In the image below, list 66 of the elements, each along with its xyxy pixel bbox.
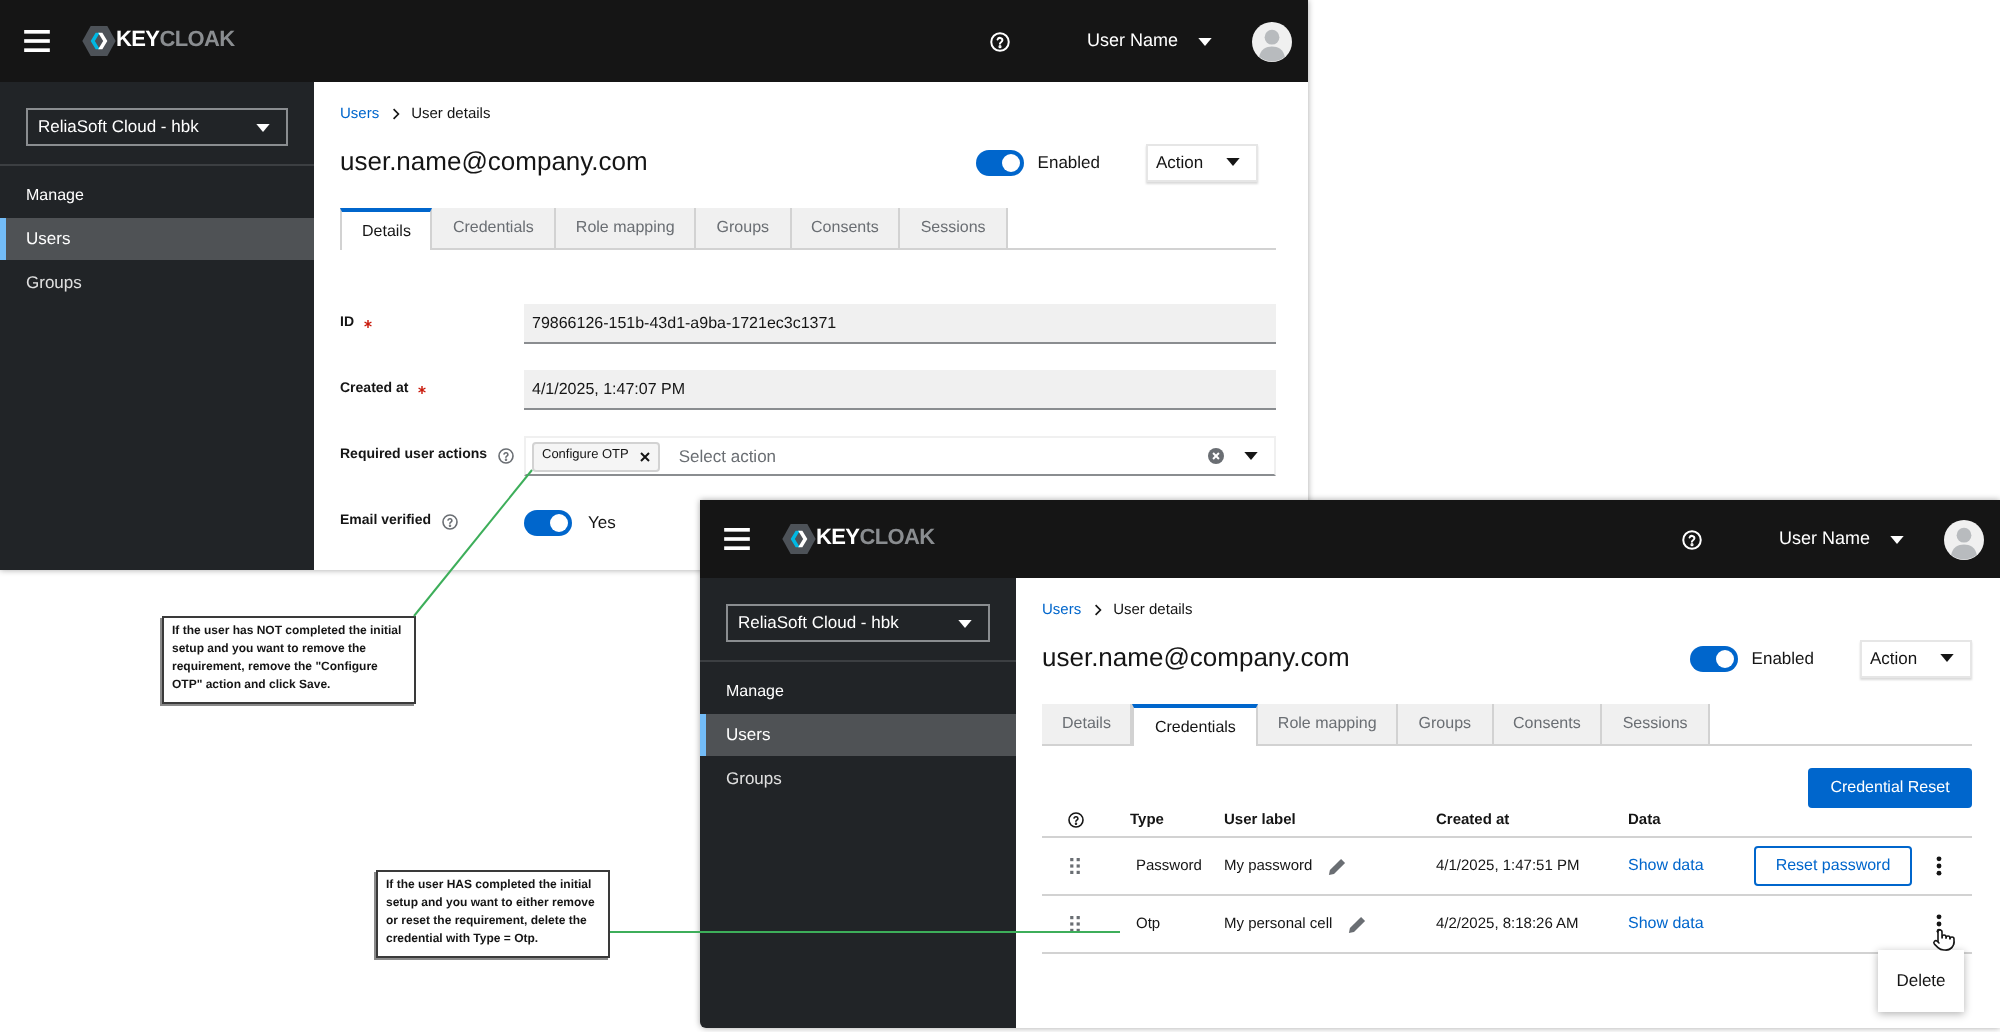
clear-icon[interactable] xyxy=(1208,448,1224,464)
nav-item[interactable]: Users xyxy=(0,218,314,260)
help-icon xyxy=(1068,811,1084,828)
help-icon[interactable] xyxy=(1682,529,1703,549)
text-field[interactable]: 4/1/2025, 1:47:07 PM xyxy=(524,370,1276,410)
tab[interactable]: Groups xyxy=(1398,704,1494,744)
page-title: user.name@company.com xyxy=(1042,640,1350,676)
menu-item[interactable]: Delete xyxy=(1878,958,1964,1004)
chevron-right-icon xyxy=(1093,604,1102,616)
logo-icon xyxy=(82,26,116,56)
nav-section-heading: Manage xyxy=(24,184,86,208)
tab[interactable]: Credentials xyxy=(432,208,556,248)
menu-icon[interactable] xyxy=(24,30,50,52)
caret-icon xyxy=(1198,37,1212,45)
tab[interactable]: Consents xyxy=(1493,704,1603,744)
credential-reset-button[interactable]: Credential Reset xyxy=(1808,768,1972,808)
nav-item[interactable]: Groups xyxy=(0,262,314,304)
logo-icon xyxy=(782,524,816,554)
caret-icon xyxy=(1890,535,1904,543)
toggle-switch[interactable] xyxy=(1689,645,1738,671)
text-field[interactable]: 79866126-151b-43d1-a9ba-1721ec3c1371 xyxy=(524,304,1276,344)
help-icon[interactable] xyxy=(990,31,1011,51)
tab[interactable]: Details xyxy=(1042,704,1133,744)
caret-icon xyxy=(958,619,972,627)
nav-section-heading: Manage xyxy=(724,680,786,704)
nav-item[interactable]: Groups xyxy=(700,758,1016,800)
show-data-link[interactable]: Show data xyxy=(1624,854,1746,878)
kebab-icon[interactable] xyxy=(1936,856,1942,876)
nav-item[interactable]: Users xyxy=(700,714,1016,756)
caret-icon xyxy=(1940,654,1954,662)
tab[interactable]: Role mapping xyxy=(1257,704,1399,744)
caret-icon xyxy=(256,123,270,131)
tab[interactable]: Role mapping xyxy=(555,208,697,248)
tab[interactable]: Credentials xyxy=(1132,704,1258,746)
avatar-icon[interactable] xyxy=(1252,21,1292,61)
tab[interactable]: Details xyxy=(340,208,433,250)
realm-dropdown[interactable]: ReliaSoft Cloud - hbk xyxy=(726,604,990,642)
avatar-icon[interactable] xyxy=(1944,519,1984,559)
action-dropdown[interactable]: Action xyxy=(1146,143,1258,181)
chevron-right-icon xyxy=(391,108,400,120)
menu-icon[interactable] xyxy=(724,528,750,550)
caret-icon xyxy=(1244,452,1258,460)
pencil-icon[interactable] xyxy=(1328,857,1347,875)
drag-handle-icon[interactable] xyxy=(1070,916,1080,932)
toggle-switch[interactable] xyxy=(975,149,1024,175)
tab[interactable]: Sessions xyxy=(1602,704,1710,744)
tab[interactable]: Sessions xyxy=(900,208,1008,248)
tab[interactable]: Groups xyxy=(696,208,792,248)
toggle-label: Enabled xyxy=(1751,645,1814,671)
show-data-link[interactable]: Show data xyxy=(1624,912,1746,936)
reset-password-button[interactable]: Reset password xyxy=(1754,846,1912,886)
toggle-label: Enabled xyxy=(1037,149,1100,175)
logo-wordmark: KEYCLOAK xyxy=(116,30,235,52)
realm-dropdown[interactable]: ReliaSoft Cloud - hbk xyxy=(26,108,288,146)
drag-handle-icon[interactable] xyxy=(1070,858,1080,874)
logo-wordmark: KEYCLOAK xyxy=(816,528,935,550)
user-menu[interactable]: User Name xyxy=(1086,32,1212,50)
close-icon[interactable] xyxy=(640,451,651,461)
action-dropdown[interactable]: Action xyxy=(1860,639,1972,677)
caret-icon xyxy=(1226,158,1240,166)
tab[interactable]: Consents xyxy=(791,208,901,248)
switch-label: Yes xyxy=(588,509,616,535)
page-title: user.name@company.com xyxy=(340,144,648,180)
user-menu[interactable]: User Name xyxy=(1778,530,1904,548)
pencil-icon[interactable] xyxy=(1348,915,1367,933)
toggle-switch[interactable] xyxy=(524,509,572,535)
